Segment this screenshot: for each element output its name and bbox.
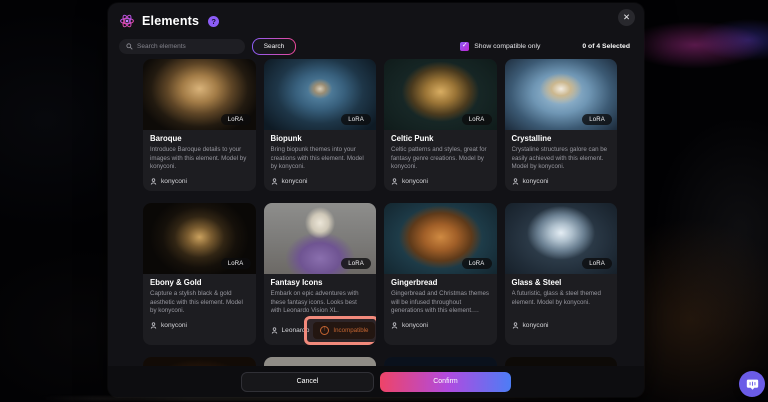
card-description: Celtic patterns and styles, great for fa… — [391, 146, 490, 172]
card-celtic-punk[interactable]: LoRA Celtic Punk Celtic patterns and sty… — [384, 59, 497, 191]
card-title: Glass & Steel — [512, 278, 611, 287]
confirm-button[interactable]: Confirm — [380, 372, 511, 392]
card-title: Gingerbread — [391, 278, 490, 287]
help-badge[interactable]: ? — [208, 16, 219, 27]
lora-badge: LoRA — [462, 258, 492, 269]
card-gingerbread[interactable]: LoRA Gingerbread Gingerbread and Christm… — [384, 203, 497, 345]
lora-badge: LoRA — [341, 114, 371, 125]
card-description: Gingerbread and Christmas themes will be… — [391, 290, 490, 316]
chat-icon — [746, 378, 759, 391]
lora-badge: LoRA — [341, 258, 371, 269]
card-baroque[interactable]: LoRA Baroque Introduce Baroque details t… — [143, 59, 256, 191]
search-input[interactable] — [137, 43, 238, 50]
card-title: Ebony & Gold — [150, 278, 249, 287]
card-title: Baroque — [150, 134, 249, 143]
card-crystalline[interactable]: LoRA Crystalline Crystaline structures g… — [505, 59, 618, 191]
card-celtic-punk-image: LoRA — [384, 59, 497, 130]
chat-bubble-button[interactable] — [739, 371, 765, 397]
lora-badge: LoRA — [221, 258, 251, 269]
lora-badge: LoRA — [462, 114, 492, 125]
person-icon — [391, 322, 398, 329]
card-title: Celtic Punk — [391, 134, 490, 143]
incompatible-badge: ! Incompatible — [313, 322, 375, 339]
lora-badge: LoRA — [221, 114, 251, 125]
card-author: konyconi — [523, 322, 549, 329]
modal-title: Elements — [142, 14, 199, 28]
card-description: Embark on epic adventures with these fan… — [271, 290, 370, 316]
card-author: Leonardo — [282, 327, 310, 334]
card-author: konyconi — [161, 322, 187, 329]
card-author: konyconi — [161, 178, 187, 185]
selection-count: 0 of 4 Selected — [582, 43, 630, 50]
person-icon — [271, 178, 278, 185]
card-crystalline-image: LoRA — [505, 59, 618, 130]
modal-header: Elements ? ✕ Search Show compatible only… — [108, 3, 644, 54]
warning-icon: ! — [320, 326, 329, 335]
person-icon — [271, 327, 278, 334]
card-biopunk-image: LoRA — [264, 59, 377, 130]
card-description: Capture a stylish black & gold aesthetic… — [150, 290, 249, 316]
elements-grid: LoRA Baroque Introduce Baroque details t… — [143, 59, 617, 397]
elements-modal: Elements ? ✕ Search Show compatible only… — [108, 3, 644, 397]
person-icon — [150, 178, 157, 185]
show-compatible-checkbox[interactable] — [460, 42, 469, 51]
person-icon — [391, 178, 398, 185]
card-glass-steel[interactable]: LoRA Glass & Steel A futuristic, glass &… — [505, 203, 618, 345]
search-button[interactable]: Search — [252, 38, 296, 55]
cancel-button[interactable]: Cancel — [241, 372, 374, 392]
search-icon — [126, 43, 133, 50]
card-title: Fantasy Icons — [271, 278, 370, 287]
card-gingerbread-image: LoRA — [384, 203, 497, 274]
card-description: Introduce Baroque details to your images… — [150, 146, 249, 172]
card-ebony-gold-image: LoRA — [143, 203, 256, 274]
elements-atom-icon — [119, 13, 135, 29]
incompatible-label: Incompatible — [333, 327, 368, 334]
card-baroque-image: LoRA — [143, 59, 256, 130]
card-biopunk[interactable]: LoRA Biopunk Bring biopunk themes into y… — [264, 59, 377, 191]
card-description: Bring biopunk themes into your creations… — [271, 146, 370, 172]
person-icon — [512, 322, 519, 329]
card-author: konyconi — [402, 322, 428, 329]
card-fantasy-icons-image: LoRA — [264, 203, 377, 274]
lora-badge: LoRA — [582, 258, 612, 269]
card-title: Crystalline — [512, 134, 611, 143]
person-icon — [150, 322, 157, 329]
show-compatible-label: Show compatible only — [474, 43, 540, 50]
card-description: Crystaline structures galore can be easi… — [512, 146, 611, 172]
card-author: konyconi — [523, 178, 549, 185]
modal-footer: Cancel Confirm — [108, 366, 644, 397]
card-ebony-gold[interactable]: LoRA Ebony & Gold Capture a stylish blac… — [143, 203, 256, 345]
card-fantasy-icons[interactable]: LoRA Fantasy Icons Embark on epic advent… — [264, 203, 377, 345]
person-icon — [512, 178, 519, 185]
show-compatible-filter[interactable]: Show compatible only — [460, 42, 540, 51]
card-title: Biopunk — [271, 134, 370, 143]
lora-badge: LoRA — [582, 114, 612, 125]
card-author: konyconi — [282, 178, 308, 185]
card-glass-steel-image: LoRA — [505, 203, 618, 274]
close-icon[interactable]: ✕ — [618, 9, 635, 26]
card-description: A futuristic, glass & steel themed eleme… — [512, 290, 611, 316]
card-author: konyconi — [402, 178, 428, 185]
search-box — [119, 39, 245, 54]
